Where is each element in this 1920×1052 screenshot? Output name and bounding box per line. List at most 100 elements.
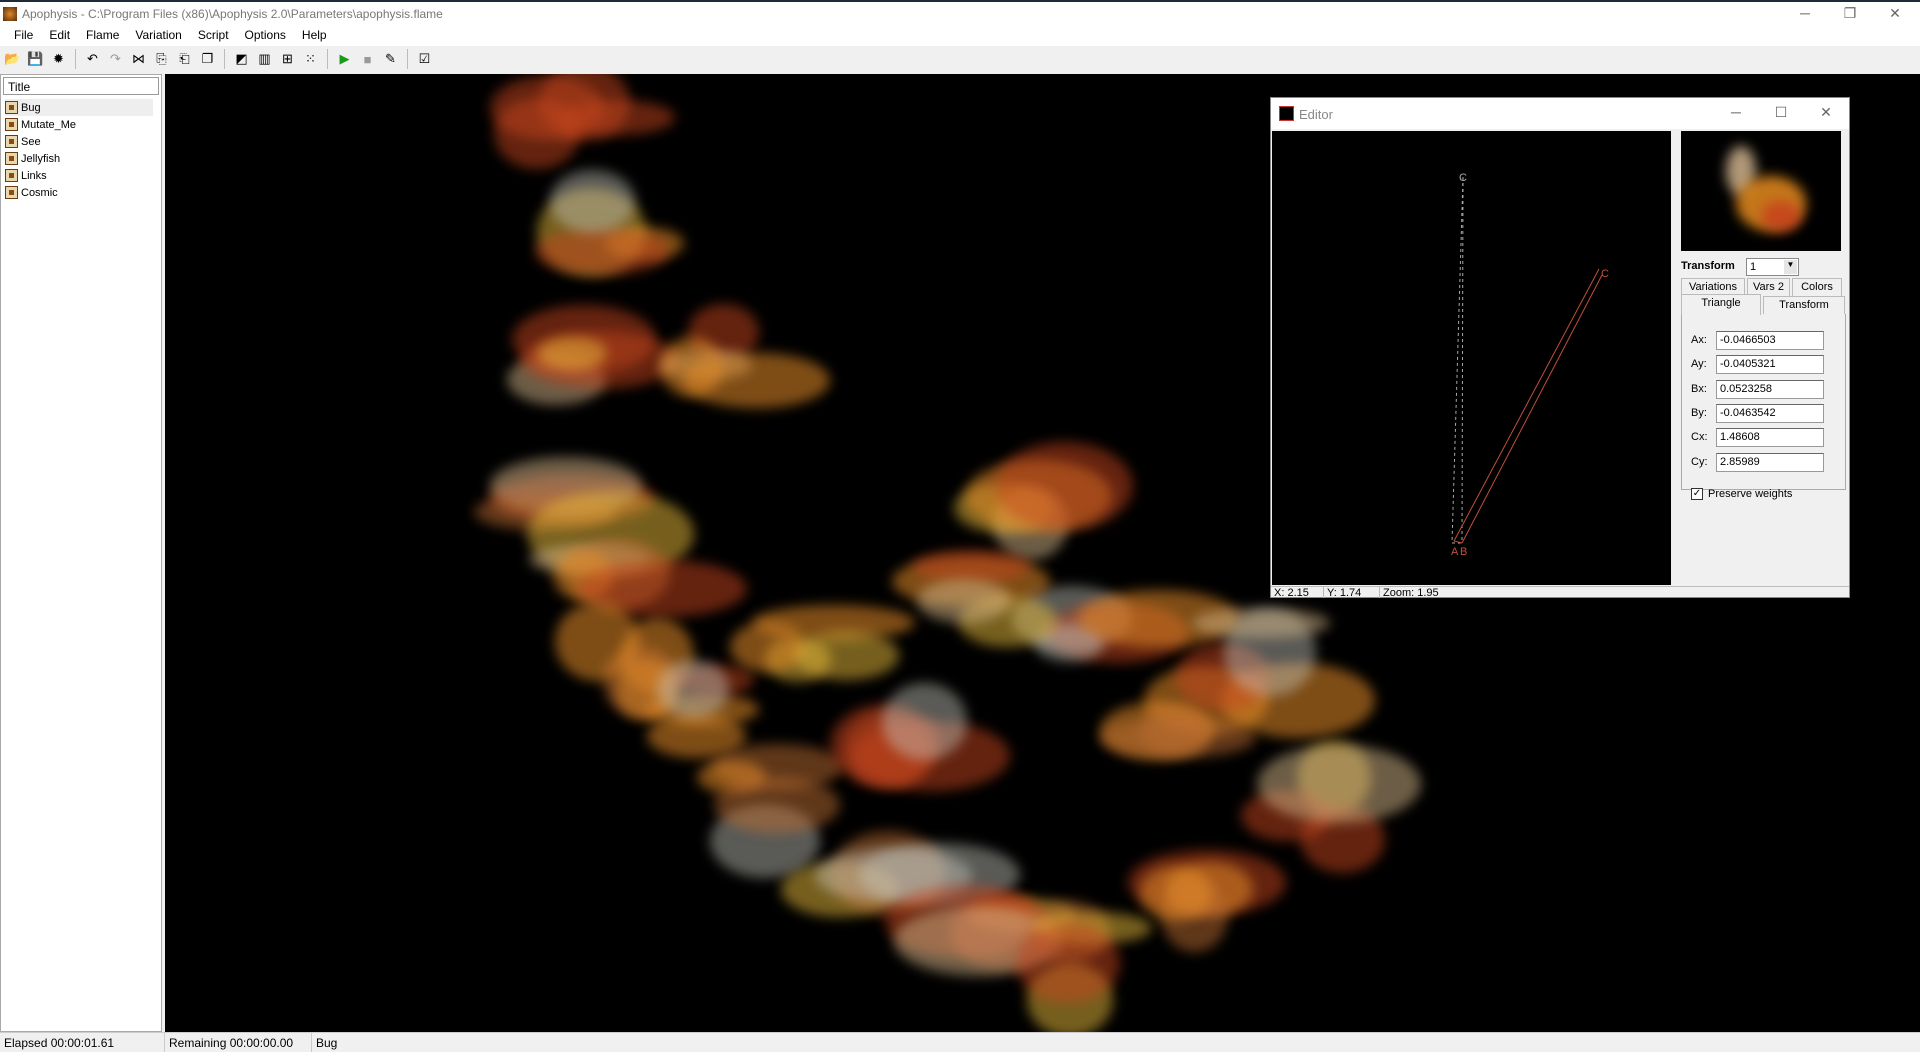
fractal-fragment [657,659,730,719]
close-button[interactable]: ✕ [1875,5,1915,25]
gradient-icon[interactable]: ▥ [256,51,273,68]
field-label-by: By: [1691,406,1707,419]
copy-icon[interactable]: ⎘ [153,51,170,68]
menu-file[interactable]: File [6,25,41,46]
status-bar: Elapsed 00:00:01.61 Remaining 00:00:00.0… [0,1032,1920,1052]
undo-icon[interactable]: ↶ [84,51,101,68]
flame-list-item[interactable]: Bug [5,99,153,116]
field-label-cx: Cx: [1691,431,1708,444]
reference-triangle [1451,176,1464,544]
duplicate-icon[interactable]: ❐ [199,51,216,68]
field-ay-input[interactable]: -0.0405321 [1716,355,1824,375]
editor-icon[interactable]: ◩ [233,51,250,68]
transform-triangle [1453,268,1603,544]
fractal-fragment [494,98,581,169]
editor-title-bar[interactable]: Editor ─ ☐ ✕ [1271,98,1849,129]
window-title: Apophysis - C:\Program Files (x86)\Apoph… [22,7,443,21]
random-batch-icon[interactable]: ✹ [50,51,67,68]
save-icon[interactable]: 💾 [27,51,44,68]
editor-title: Editor [1299,107,1333,122]
render-play-icon[interactable]: ▶ [336,51,353,68]
editor-minimize-button[interactable]: ─ [1716,104,1756,124]
flame-list-item[interactable]: Mutate_Me [5,116,153,133]
cursor-y: Y: 1.74 [1324,587,1380,599]
tab-colors[interactable]: Colors [1792,278,1842,296]
mutate-icon[interactable]: ⁙ [302,51,319,68]
field-label-ay: Ay: [1691,358,1707,371]
fractal-fragment [535,227,670,275]
chevron-down-icon[interactable]: ▼ [1784,260,1797,274]
ref-label-c: C [1459,172,1467,184]
fractal-fragment [1016,923,1120,1003]
flame-name: Bug [316,1036,338,1050]
adjust-icon[interactable]: ⊞ [279,51,296,68]
flame-title: Jellyfish [21,152,61,165]
flame-icon [5,101,18,114]
flame-preview [1681,131,1841,251]
menu-variation[interactable]: Variation [127,25,189,46]
remaining-time: Remaining 00:00:00.00 [165,1033,312,1052]
tab-transform[interactable]: Transform [1763,296,1845,314]
full-screen-icon[interactable]: ⋈ [130,51,147,68]
transform-select[interactable]: 1 ▼ [1746,258,1799,276]
preserve-weights-checkbox[interactable]: ✓ [1691,488,1703,500]
flame-icon [5,169,18,182]
label-a[interactable]: A [1451,546,1459,558]
redo-icon[interactable]: ↷ [107,51,124,68]
flame-title: Bug [21,101,41,114]
flame-icon [5,135,18,148]
field-bx-input[interactable]: 0.0523258 [1716,379,1824,399]
flame-title: Mutate_Me [21,118,77,131]
fractal-fragment [1100,717,1257,758]
editor-close-button[interactable]: ✕ [1806,104,1846,124]
restore-button[interactable]: ❐ [1830,5,1870,25]
title-bar: Apophysis - C:\Program Files (x86)\Apoph… [0,0,1920,25]
field-cy-input[interactable]: 2.85989 [1716,452,1824,472]
fractal-fragment [1192,607,1330,639]
minimize-button[interactable]: ─ [1785,5,1825,25]
edit-script-icon[interactable]: ✎ [382,51,399,68]
label-b[interactable]: B [1460,546,1467,558]
preserve-weights-label: Preserve weights [1708,488,1793,500]
editor-icon [1279,106,1294,121]
toolbar-separator [75,49,76,69]
flame-list-item[interactable]: Links [5,167,153,184]
triangle-canvas[interactable]: C C A B [1272,131,1671,585]
flame-list-item[interactable]: Cosmic [5,184,153,201]
stop-icon[interactable]: ■ [359,51,376,68]
editor-window: Editor ─ ☐ ✕ C C A B Transform 1 ▼ ✓ Pre… [1270,97,1850,599]
field-ax-input[interactable]: -0.0466503 [1716,331,1824,350]
fractal-fragment [793,631,899,680]
fractal-fragment [1140,866,1212,921]
flame-list: Title Bug Mutate_Me See Jellyfish Links Cosmi… [0,74,162,1032]
menu-script[interactable]: Script [190,25,237,46]
transform-select-value: 1 [1750,261,1757,273]
preserve-weights[interactable]: ✓ Preserve weights [1691,488,1792,500]
editor-maximize-button[interactable]: ☐ [1761,104,1801,124]
field-cx-input[interactable]: 1.48608 [1716,428,1824,448]
menu-edit[interactable]: Edit [41,25,78,46]
fractal-fragment [549,169,636,233]
flame-list-item[interactable]: See [5,133,153,150]
fractal-fragment [1257,745,1422,824]
paste-icon[interactable]: ⎗ [176,51,193,68]
menu-bar: File Edit Flame Variation Script Options Help [0,25,1920,46]
menu-flame[interactable]: Flame [78,25,127,46]
tab-triangle[interactable]: Triangle [1681,294,1761,315]
open-icon[interactable]: 📂 [4,51,21,68]
label-c[interactable]: C [1601,268,1609,280]
menu-options[interactable]: Options [237,25,294,46]
menu-help[interactable]: Help [294,25,335,46]
field-label-ax: Ax: [1691,334,1707,346]
column-header-title[interactable]: Title [3,77,159,95]
editor-status-bar: X: 2.15 Y: 1.74 Zoom: 1.95 [1271,586,1849,599]
options-icon[interactable]: ☑ [416,51,433,68]
app-icon [3,7,17,21]
cursor-x: X: 2.15 [1271,587,1324,599]
toolbar-separator [224,49,225,69]
flame-icon [5,186,18,199]
fractal-fragment [713,776,840,834]
flame-list-item[interactable]: Jellyfish [5,150,153,167]
field-by-input[interactable]: -0.0463542 [1716,403,1824,423]
fractal-fragment [994,442,1133,531]
